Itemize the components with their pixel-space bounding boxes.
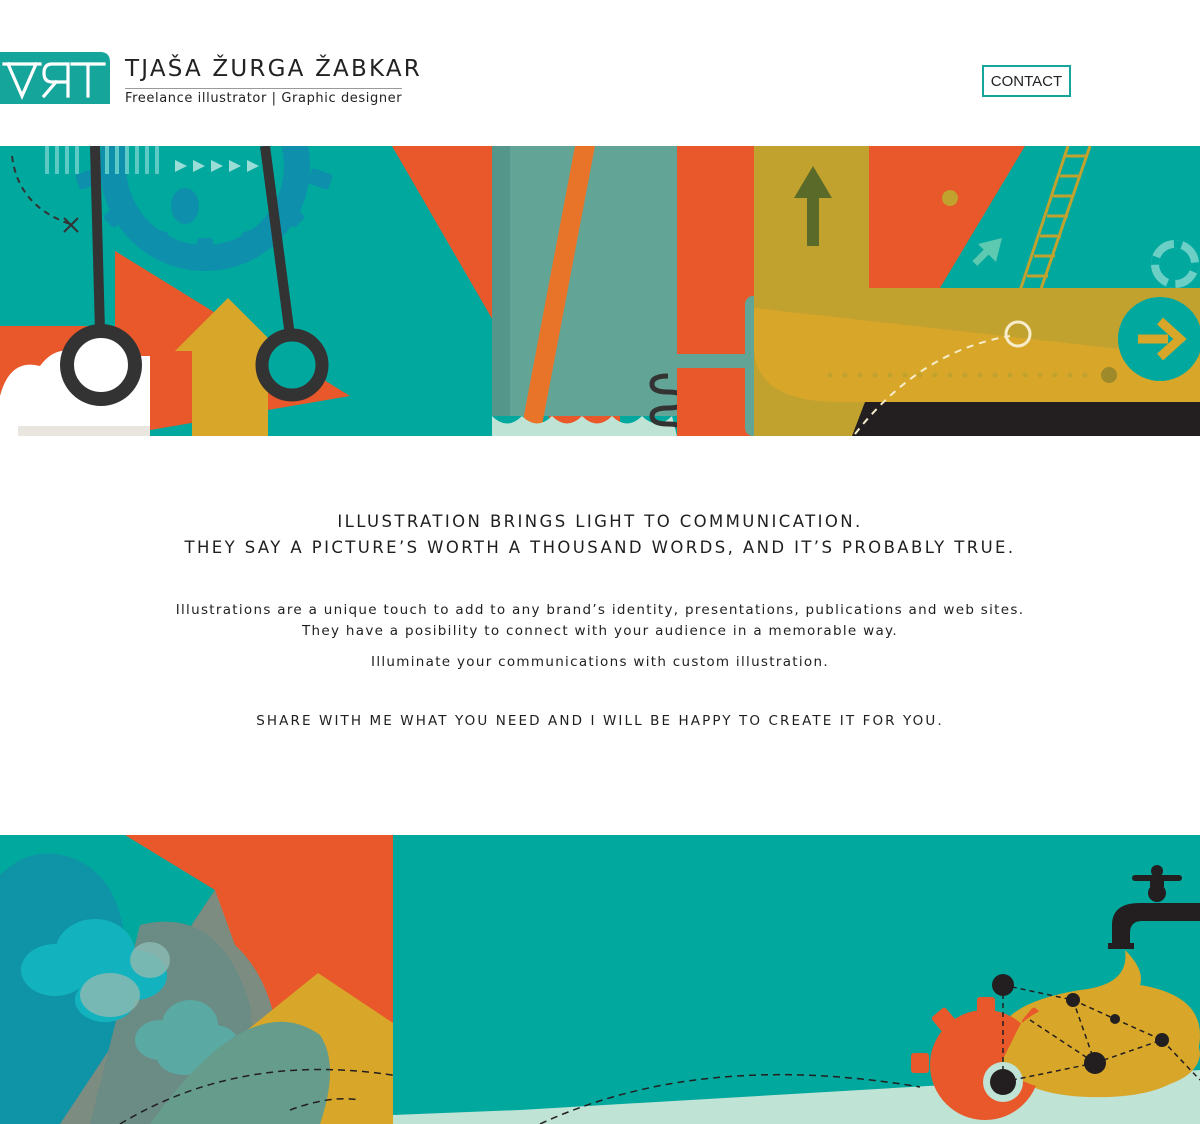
brand-divider <box>125 88 402 89</box>
paragraph-2: They have a posibility to connect with y… <box>302 623 898 639</box>
hero-illustration <box>0 146 1200 436</box>
intro-section: ILLUSTRATION BRINGS LIGHT TO COMMUNICATI… <box>0 436 1200 835</box>
footer-illustration <box>0 835 1200 1124</box>
brand-tagline: Freelance illustrator | Graphic designer <box>125 91 403 106</box>
paragraph-1: Illustrations are a unique touch to add … <box>175 602 1025 618</box>
paragraph-3: Illuminate your communications with cust… <box>371 654 829 670</box>
site-header: TJAŠA ŽURGA ŽABKAR Freelance illustrator… <box>0 0 1200 146</box>
contact-button[interactable]: CONTACT <box>982 65 1071 97</box>
art-logo[interactable] <box>0 52 110 104</box>
headline-1: ILLUSTRATION BRINGS LIGHT TO COMMUNICATI… <box>337 512 863 531</box>
headline-2: THEY SAY A PICTURE’S WORTH A THOUSAND WO… <box>184 538 1016 557</box>
brand-name: TJAŠA ŽURGA ŽABKAR <box>125 56 422 82</box>
call-to-action: SHARE WITH ME WHAT YOU NEED AND I WILL B… <box>256 713 944 729</box>
